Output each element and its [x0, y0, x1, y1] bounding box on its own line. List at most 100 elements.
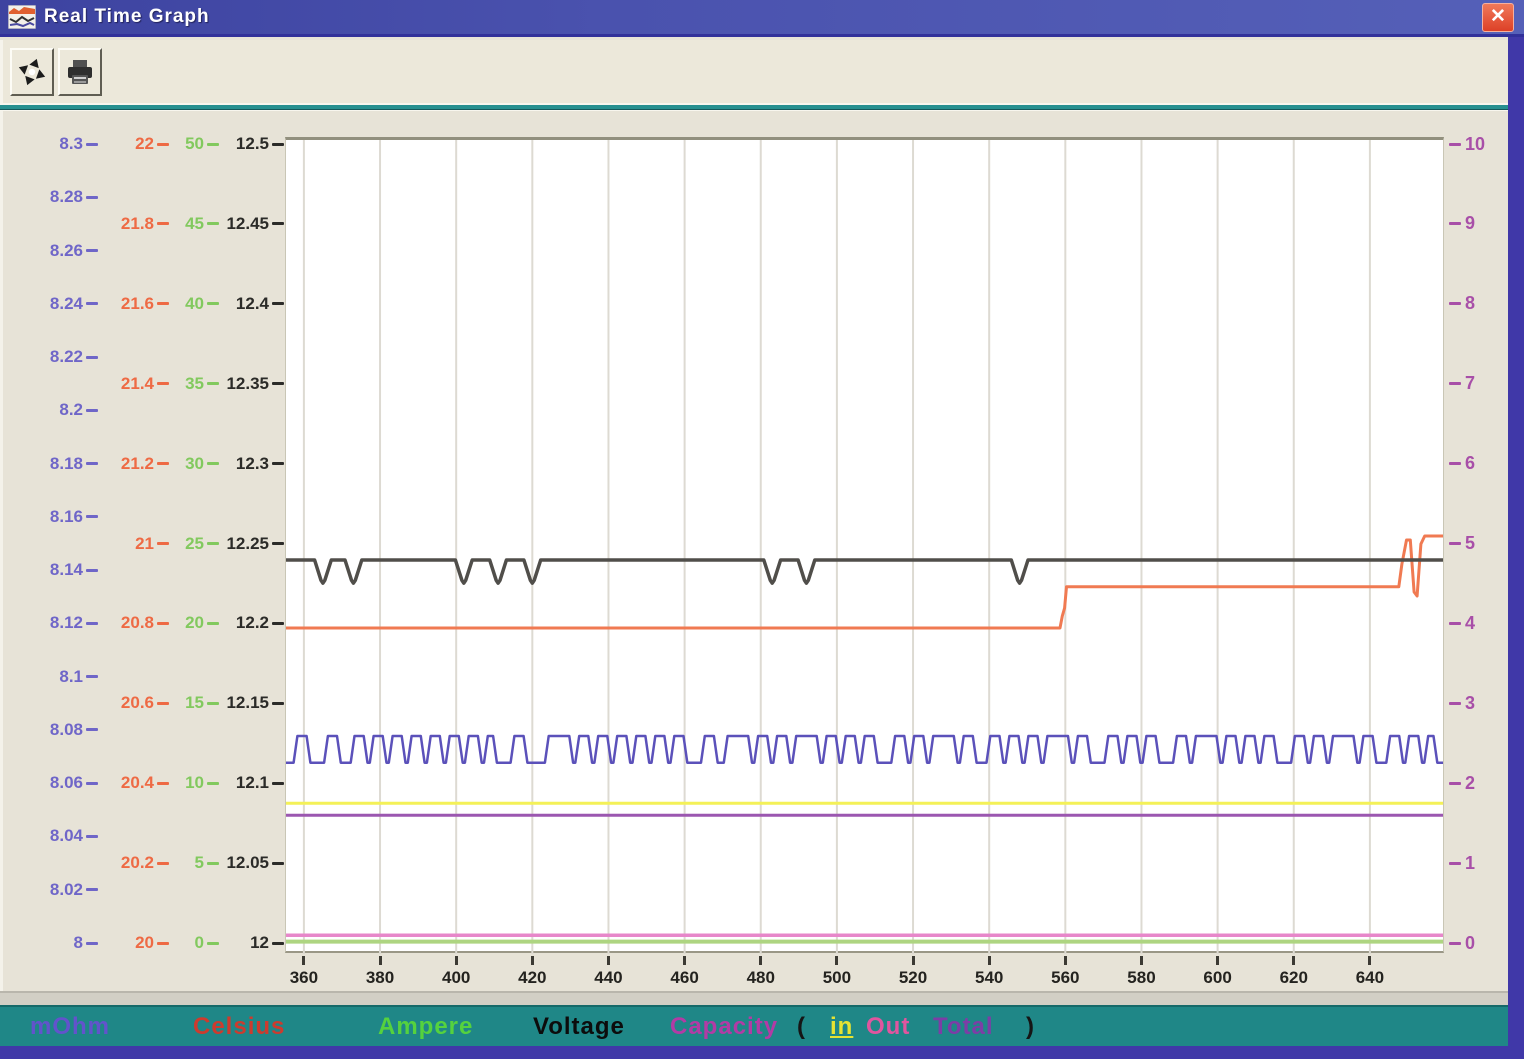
legend-item-Capacity: Capacity	[670, 1007, 778, 1046]
x-tick-mark	[302, 956, 305, 965]
axis-tick-capacity: 1	[1449, 853, 1475, 873]
tick-label: 8.16	[50, 507, 83, 527]
x-tick-label: 380	[350, 968, 410, 988]
x-tick-label: 400	[426, 968, 486, 988]
tick-mark	[1449, 702, 1461, 705]
tick-label: 5	[1465, 533, 1475, 554]
tick-mark	[86, 835, 98, 838]
axis-tick-capacity: 8	[1449, 294, 1475, 314]
x-tick-mark	[1292, 956, 1295, 965]
tick-label: 1	[1465, 853, 1475, 874]
axis-tick-capacity: 9	[1449, 214, 1475, 234]
tick-mark	[1449, 143, 1461, 146]
axis-tick-voltage: 12.45	[174, 214, 284, 234]
tick-label: 0	[1465, 933, 1475, 954]
x-tick-mark	[912, 956, 915, 965]
x-tick-label: 360	[274, 968, 334, 988]
close-button[interactable]: ✕	[1482, 3, 1514, 32]
x-tick-mark	[531, 956, 534, 965]
tick-mark	[1449, 302, 1461, 305]
axis-tick-capacity: 5	[1449, 534, 1475, 554]
tick-mark	[86, 409, 98, 412]
series-mohm	[286, 736, 1443, 763]
axis-tick-voltage: 12.4	[174, 294, 284, 314]
legend-item-Total: Total	[933, 1007, 994, 1046]
legend-bar: mOhmCelsiusAmpereVoltageCapacity(inOutTo…	[0, 1005, 1508, 1046]
tick-label: 8.26	[50, 241, 83, 261]
toolbar-separator	[0, 103, 1508, 111]
tick-label: 8.2	[59, 400, 83, 420]
tick-label: 3	[1465, 693, 1475, 714]
pan-button[interactable]	[10, 48, 54, 96]
x-tick-label: 620	[1264, 968, 1324, 988]
x-tick-mark	[759, 956, 762, 965]
tick-label: 12.3	[236, 454, 269, 474]
tick-mark	[86, 569, 98, 572]
tick-label: 8.02	[50, 880, 83, 900]
tick-mark	[86, 356, 98, 359]
series-voltage	[286, 560, 1443, 583]
tick-mark	[1449, 622, 1461, 625]
tick-label: 7	[1465, 373, 1475, 394]
real-time-graph-window: Real Time Graph ✕	[0, 0, 1524, 1059]
legend-item-mOhm: mOhm	[30, 1007, 110, 1046]
tick-mark	[1449, 462, 1461, 465]
axis-tick-mohm: 8.02	[6, 880, 98, 900]
axis-tick-capacity: 2	[1449, 773, 1475, 793]
axis-tick-voltage: 12.15	[174, 693, 284, 713]
tick-label: 12.15	[226, 693, 269, 713]
x-tick-label: 600	[1188, 968, 1248, 988]
plot-area	[285, 137, 1444, 953]
tick-mark	[272, 942, 284, 945]
tick-label: 12.05	[226, 853, 269, 873]
axis-tick-mohm: 8.08	[6, 720, 98, 740]
axis-tick-voltage: 12.1	[174, 773, 284, 793]
tick-label: 8.1	[59, 667, 83, 687]
legend-item-Voltage: Voltage	[533, 1007, 625, 1046]
x-tick-label: 580	[1111, 968, 1171, 988]
x-tick-label: 540	[959, 968, 1019, 988]
series-celsius	[286, 536, 1443, 628]
print-button[interactable]	[58, 48, 102, 96]
tick-mark	[272, 782, 284, 785]
app-icon	[8, 5, 36, 29]
title-bar: Real Time Graph ✕	[0, 0, 1524, 37]
x-tick-mark	[835, 956, 838, 965]
tick-label: 8.08	[50, 720, 83, 740]
tick-label: 12.5	[236, 134, 269, 154]
x-tick-mark	[988, 956, 991, 965]
tick-label: 10	[1465, 134, 1485, 155]
axis-tick-capacity: 6	[1449, 454, 1475, 474]
x-tick-mark	[683, 956, 686, 965]
tick-label: 12.2	[236, 613, 269, 633]
tick-label: 8.28	[50, 187, 83, 207]
tick-label: 9	[1465, 213, 1475, 234]
axis-tick-capacity: 4	[1449, 613, 1475, 633]
axis-tick-voltage: 12.35	[174, 374, 284, 394]
pan-arrows-icon	[17, 57, 47, 87]
x-tick-label: 460	[655, 968, 715, 988]
toolbar	[0, 40, 1508, 103]
legend-item-Celsius: Celsius	[193, 1007, 285, 1046]
x-tick-mark	[379, 956, 382, 965]
tick-label: 8.22	[50, 347, 83, 367]
x-tick-mark	[1064, 956, 1067, 965]
chart-panel: 8.38.288.268.248.228.28.188.168.148.128.…	[0, 111, 1508, 991]
x-tick-mark	[1368, 956, 1371, 965]
axis-tick-capacity: 3	[1449, 693, 1475, 713]
tick-label: 8.04	[50, 826, 83, 846]
legend-item-Out: Out	[866, 1007, 910, 1046]
status-strip	[0, 991, 1508, 1005]
x-tick-mark	[1216, 956, 1219, 965]
axis-tick-voltage: 12	[174, 933, 284, 953]
tick-mark	[1449, 222, 1461, 225]
axis-tick-capacity: 10	[1449, 134, 1485, 154]
x-tick-label: 560	[1035, 968, 1095, 988]
tick-mark	[272, 302, 284, 305]
x-tick-label: 500	[807, 968, 867, 988]
axis-tick-mohm: 8.04	[6, 826, 98, 846]
axis-tick-capacity: 7	[1449, 374, 1475, 394]
x-tick-mark	[1140, 956, 1143, 965]
x-tick-label: 520	[883, 968, 943, 988]
tick-label: 12.45	[226, 214, 269, 234]
